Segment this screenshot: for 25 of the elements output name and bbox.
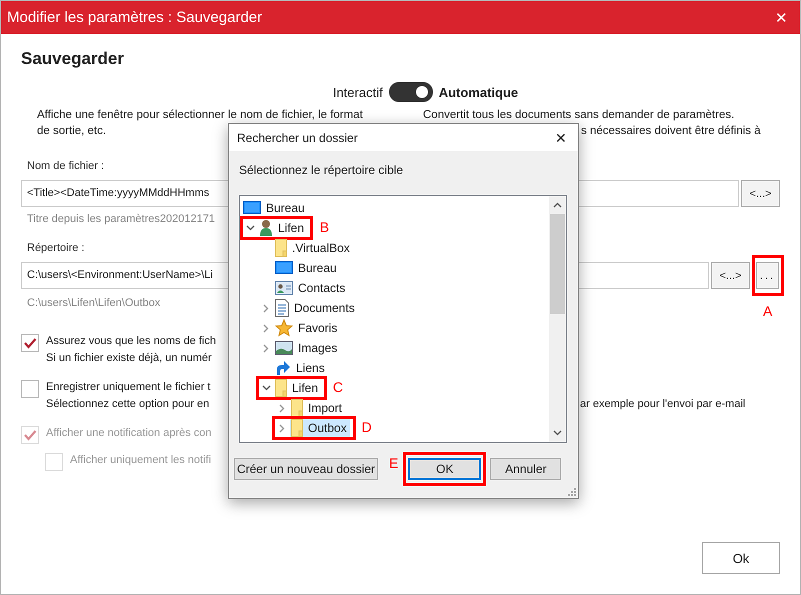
option-text: Assurez vous que les noms de fich [46,334,217,349]
option-text: ar exemple pour l'envoi par e-mail [580,397,746,412]
annotation-label: C [332,379,344,395]
dialog-title: Rechercher un dossier [237,130,358,144]
description-text: Affiche une fenêtre pour sélectionner le nom de fichier, le format [37,108,363,123]
annotation-label: D [362,419,372,435]
annotation-label: B [320,219,330,235]
annotation-label: E [389,455,398,471]
field-label: Répertoire : [27,241,84,256]
instruction-text: Sélectionnez le répertoire cible [239,162,404,178]
toggle-label: Automatique [438,84,518,100]
toggle-label: Interactif [332,84,383,100]
annotation-label: A [763,303,772,319]
field-label: Nom de fichier : [27,159,104,174]
section-heading: Sauvegarder [21,48,125,70]
option-text: Si un fichier existe déjà, un numér [46,351,213,366]
hint-text: Titre depuis les paramètres202012171 [27,212,215,227]
option-text: Afficher une notification après con [46,426,213,441]
hint-text: C:\users\Lifen\Lifen\Outbox [27,296,160,311]
option-text: Enregistrer uniquement le fichier t [46,380,212,395]
description-text: s nécessaires doivent être définis à [581,124,761,139]
option-text: Sélectionnez cette option pour en [46,397,210,412]
window-title: Modifier les paramètres : Sauvegarder [7,9,262,26]
description-text: de sortie, etc. [37,124,106,139]
description-text: Convertit tous les documents sans demander de paramètres. [423,108,734,123]
